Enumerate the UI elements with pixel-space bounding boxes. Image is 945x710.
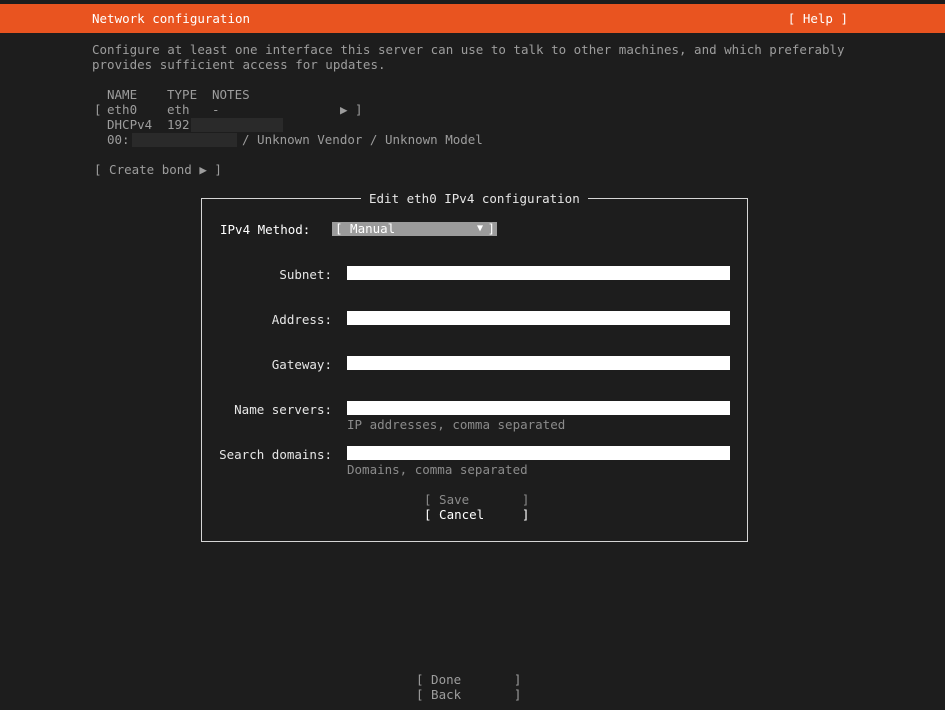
back-button[interactable]: [ Back ] bbox=[416, 687, 521, 702]
ipv4-method-value: [ Manual bbox=[335, 221, 396, 236]
name-servers-input[interactable] bbox=[347, 401, 730, 415]
redacted-mac bbox=[132, 133, 237, 147]
interface-notes: - bbox=[212, 102, 220, 117]
redacted-ip bbox=[191, 118, 283, 132]
gateway-label: Gateway: bbox=[271, 357, 332, 372]
create-bond-button[interactable]: [ Create bond ▶ ] bbox=[94, 162, 222, 177]
intro-line-2: provides sufficient access for updates. bbox=[92, 57, 386, 72]
address-label: Address: bbox=[271, 312, 332, 327]
mac-prefix: 00: bbox=[107, 132, 130, 147]
subnet-label: Subnet: bbox=[279, 267, 332, 282]
search-domains-label: Search domains: bbox=[219, 447, 332, 462]
column-header-name: NAME bbox=[107, 87, 138, 102]
dhcp-label: DHCPv4 bbox=[107, 117, 153, 132]
cancel-button[interactable]: [ Cancel ] bbox=[424, 507, 529, 522]
search-domains-hint: Domains, comma separated bbox=[347, 462, 528, 477]
name-servers-hint: IP addresses, comma separated bbox=[347, 417, 566, 432]
save-button[interactable]: [ Save ] bbox=[424, 492, 529, 507]
column-header-type: TYPE bbox=[167, 87, 198, 102]
help-button[interactable]: [ Help ] bbox=[788, 11, 848, 26]
ipv4-method-label: IPv4 Method: bbox=[220, 222, 311, 237]
dhcp-address: 192 bbox=[167, 117, 190, 132]
interface-type: eth bbox=[167, 102, 190, 117]
header-bar: Network configuration [ Help ] bbox=[0, 4, 945, 33]
search-domains-input[interactable] bbox=[347, 446, 730, 460]
subnet-input[interactable] bbox=[347, 266, 730, 280]
column-header-notes: NOTES bbox=[212, 87, 250, 102]
vendor-model: / Unknown Vendor / Unknown Model bbox=[242, 132, 483, 147]
page-title: Network configuration bbox=[92, 11, 251, 26]
dialog-title: Edit eth0 IPv4 configuration bbox=[361, 191, 588, 206]
interface-name: eth0 bbox=[107, 102, 138, 117]
name-servers-label: Name servers: bbox=[234, 402, 332, 417]
dropdown-arrow-icon: ▼ bbox=[476, 223, 483, 234]
interface-menu-arrow[interactable]: ▶ ] bbox=[340, 102, 363, 117]
done-button[interactable]: [ Done ] bbox=[416, 672, 521, 687]
address-input[interactable] bbox=[347, 311, 730, 325]
gateway-input[interactable] bbox=[347, 356, 730, 370]
intro-line-1: Configure at least one interface this se… bbox=[92, 42, 845, 57]
select-close-bracket: ] bbox=[487, 221, 495, 236]
row-open-bracket: [ bbox=[94, 102, 102, 117]
ipv4-method-select[interactable]: [ Manual ▼ ] bbox=[332, 222, 497, 236]
